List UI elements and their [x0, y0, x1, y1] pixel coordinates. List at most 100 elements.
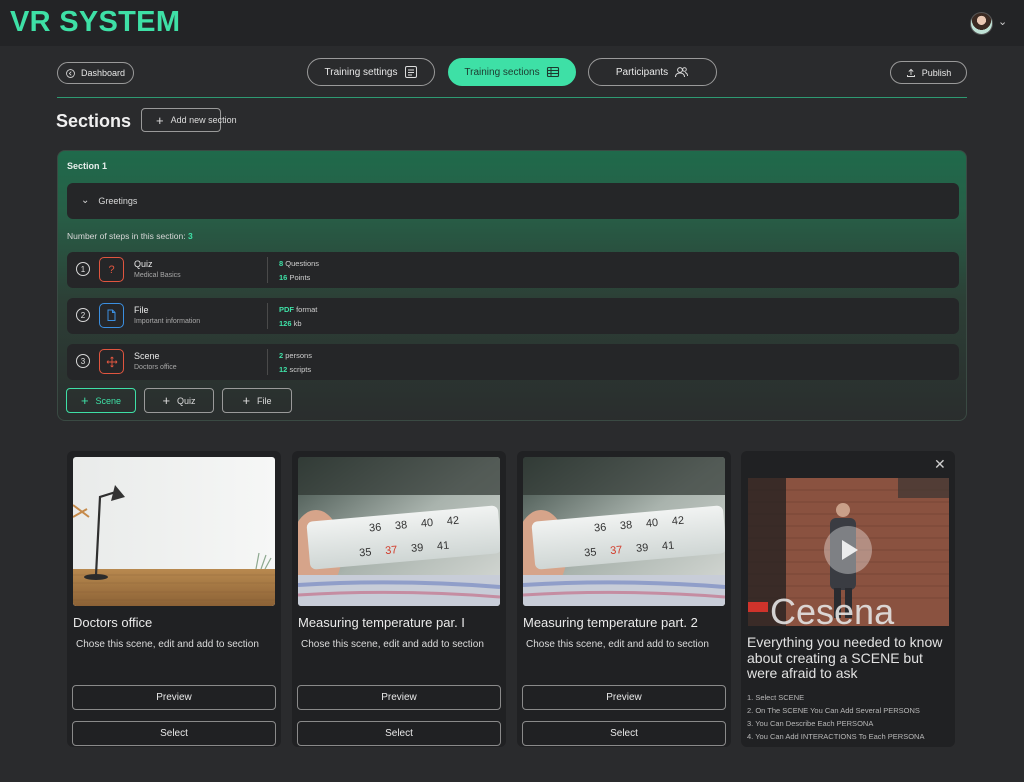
dashboard-label: Dashboard: [80, 68, 126, 78]
section-title: Section 1: [67, 161, 108, 171]
add-new-section-button[interactable]: + Add new section: [141, 108, 237, 132]
avatar[interactable]: [970, 12, 993, 35]
question-icon: ?: [99, 257, 124, 282]
file-icon: [99, 303, 124, 328]
publish-label: Publish: [921, 67, 952, 78]
table-icon: [546, 66, 559, 78]
card-title: Doctors office: [73, 615, 153, 630]
thermometer-label: 37: [610, 544, 623, 557]
thermometer-label: 40: [645, 517, 658, 530]
step-metric-1: 2 persons: [279, 351, 312, 360]
step-subtitle: Important information: [134, 318, 201, 325]
page-title: Sections: [56, 111, 132, 131]
thermometer-label: 42: [446, 515, 459, 528]
thermometer-label: 37: [385, 544, 398, 557]
brand-logo: VR SYSTEM: [10, 6, 181, 38]
plus-icon: +: [80, 393, 89, 408]
checklist-icon: [404, 66, 417, 78]
preview-button[interactable]: Preview: [297, 685, 501, 710]
select-button[interactable]: Select: [522, 721, 726, 746]
step-metric-2: 12 scripts: [279, 365, 312, 374]
row-divider: [267, 257, 268, 283]
row-divider: [267, 349, 268, 375]
add-file-label: File: [257, 395, 272, 406]
step-metric-1: 8 Questions: [279, 259, 320, 268]
top-bar: VR SYSTEM ⌄: [0, 0, 1024, 46]
card-description: Chose this scene, edit and add to sectio…: [526, 639, 709, 650]
step-metric-1: PDF format: [279, 305, 318, 314]
step-title: Scene: [134, 351, 160, 361]
thermometer-label: 39: [411, 542, 424, 555]
step-title: File: [134, 305, 149, 315]
add-scene-button[interactable]: + Scene: [66, 388, 136, 413]
step-number: 2: [76, 308, 90, 322]
publish-button[interactable]: Publish: [890, 61, 967, 84]
help-title: Everything you needed to know about crea…: [747, 634, 943, 681]
move-icon: [99, 349, 124, 374]
add-section-label: Add new section: [170, 115, 237, 125]
step-row-file[interactable]: 2 File Important information PDF format …: [67, 298, 959, 334]
card-description: Chose this scene, edit and add to sectio…: [301, 639, 484, 650]
help-card: ✕ Cesena Everything you needed to know a…: [741, 451, 955, 747]
scene-card: 36 38 40 42 35 37 39 41 Measuring temper…: [517, 451, 731, 747]
help-item: 3. You Can Describe Each PERSONA: [747, 719, 874, 728]
thermometer-label: 38: [395, 519, 408, 532]
tab-training-settings[interactable]: Training settings: [307, 58, 435, 86]
close-icon[interactable]: ✕: [934, 456, 946, 473]
scene-card: 36 38 40 42 35 37 39 41 Measuring temper…: [292, 451, 506, 747]
add-quiz-button[interactable]: + Quiz: [144, 388, 214, 413]
greetings-accordion[interactable]: ⌄ Greetings: [67, 183, 959, 219]
tab-label: Participants: [615, 66, 669, 78]
thermometer-label: 41: [436, 540, 449, 553]
select-button[interactable]: Select: [297, 721, 501, 746]
scene-thumbnail: 36 38 40 42 35 37 39 41: [298, 457, 500, 606]
help-item: 1. Select SCENE: [747, 693, 805, 702]
steps-label: Number of steps in this section:: [67, 231, 186, 241]
steps-value: 3: [187, 231, 193, 241]
step-subtitle: Doctors office: [134, 364, 177, 371]
add-file-button[interactable]: + File: [222, 388, 292, 413]
step-metric-2: 126 kb: [279, 319, 302, 328]
plus-icon: +: [162, 393, 171, 408]
steps-count: Number of steps in this section: 3: [67, 231, 193, 241]
thermometer-label: 36: [594, 521, 607, 534]
scene-thumbnail: 36 38 40 42 35 37 39 41: [523, 457, 725, 606]
step-number: 3: [76, 354, 90, 368]
step-row-quiz[interactable]: 1 ? Quiz Medical Basics 8 Questions 16 P…: [67, 252, 959, 288]
card-title: Measuring temperature par. I: [298, 615, 465, 630]
select-button[interactable]: Select: [72, 721, 276, 746]
preview-button[interactable]: Preview: [522, 685, 726, 710]
plus-icon: +: [156, 112, 164, 128]
section-panel: Section 1 ⌄ Greetings Number of steps in…: [57, 150, 967, 421]
tab-training-sections[interactable]: Training sections: [448, 58, 576, 86]
nav-divider: [57, 97, 967, 98]
thermometer-label: 40: [420, 517, 433, 530]
tab-label: Training settings: [324, 66, 398, 78]
thermometer-label: 38: [620, 519, 633, 532]
thermometer-label: 42: [671, 515, 684, 528]
thermometer-label: 35: [359, 546, 372, 559]
row-divider: [267, 303, 268, 329]
upload-icon: [906, 68, 915, 77]
tab-participants[interactable]: Participants: [588, 58, 717, 86]
chevron-left-icon: [66, 68, 75, 78]
chevron-down-icon: ⌄: [81, 195, 90, 206]
thermometer-label: 35: [584, 546, 597, 559]
step-row-scene[interactable]: 3 Scene Doctors office 2 persons 12 scri…: [67, 344, 959, 380]
step-number: 1: [76, 262, 90, 276]
tab-label: Training sections: [464, 66, 540, 78]
thermometer-label: 39: [636, 542, 649, 555]
step-title: Quiz: [134, 259, 153, 269]
plus-icon: +: [242, 393, 251, 408]
dashboard-button[interactable]: Dashboard: [57, 62, 134, 84]
preview-button[interactable]: Preview: [72, 685, 276, 710]
video-overlay-text: Cesena: [770, 591, 895, 626]
tutorial-video[interactable]: Cesena: [748, 478, 949, 626]
help-item: 2. On The SCENE You Can Add Several PERS…: [747, 706, 920, 715]
chevron-down-icon[interactable]: ⌄: [998, 15, 1007, 28]
step-metric-2: 16 Points: [279, 273, 311, 282]
add-quiz-label: Quiz: [177, 395, 196, 406]
add-scene-label: Scene: [95, 395, 122, 406]
card-title: Measuring temperature part. 2: [523, 615, 698, 630]
scene-card: Doctors office Chose this scene, edit an…: [67, 451, 281, 747]
